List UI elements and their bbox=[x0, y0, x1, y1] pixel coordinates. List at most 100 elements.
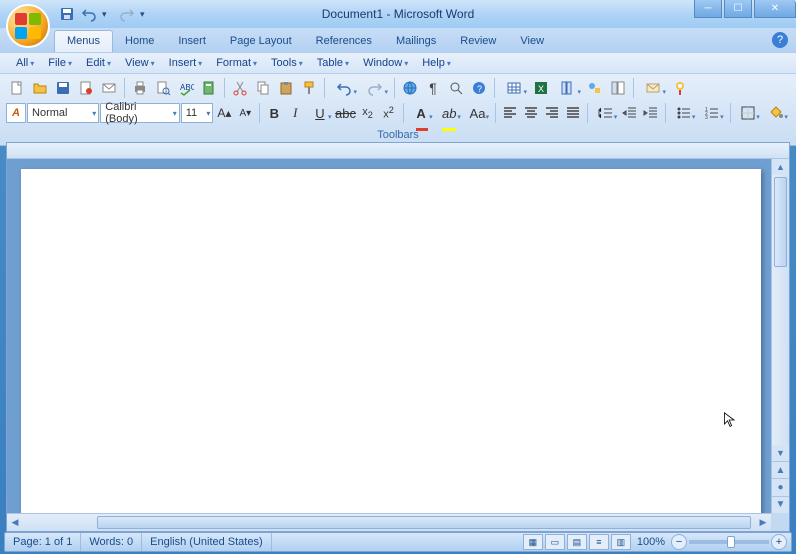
status-words[interactable]: Words: 0 bbox=[81, 533, 142, 551]
cut-button[interactable] bbox=[229, 77, 251, 99]
show-marks-button[interactable]: ¶ bbox=[422, 77, 444, 99]
menu-help[interactable]: Help▾ bbox=[416, 55, 457, 71]
view-print-layout-button[interactable]: ▦ bbox=[523, 534, 543, 550]
spelling-button[interactable]: ABC bbox=[175, 77, 197, 99]
view-web-layout-button[interactable]: ▤ bbox=[567, 534, 587, 550]
prev-page-button[interactable]: ▲ bbox=[772, 461, 789, 478]
tab-mailings[interactable]: Mailings bbox=[384, 31, 448, 52]
view-outline-button[interactable]: ≡ bbox=[589, 534, 609, 550]
ruler[interactable] bbox=[7, 143, 789, 159]
menu-tools[interactable]: Tools▾ bbox=[265, 55, 309, 71]
status-language[interactable]: English (United States) bbox=[142, 533, 272, 551]
open-button[interactable] bbox=[29, 77, 51, 99]
decrease-indent-button[interactable] bbox=[620, 102, 640, 124]
tab-view[interactable]: View bbox=[508, 31, 556, 52]
borders-button[interactable]: ▾ bbox=[734, 102, 761, 124]
office-button[interactable] bbox=[6, 4, 50, 48]
bullets-button[interactable]: ▾ bbox=[670, 102, 697, 124]
envelope-button[interactable]: ▾ bbox=[638, 77, 668, 99]
view-draft-button[interactable]: ▥ bbox=[611, 534, 631, 550]
tab-page-layout[interactable]: Page Layout bbox=[218, 31, 304, 52]
new-button[interactable] bbox=[6, 77, 28, 99]
qat-undo-dropdown[interactable]: ▾ bbox=[102, 9, 114, 20]
style-combo[interactable]: Normal▾ bbox=[27, 103, 99, 123]
hscroll-thumb[interactable] bbox=[97, 516, 751, 529]
view-full-screen-button[interactable]: ▭ bbox=[545, 534, 565, 550]
line-spacing-button[interactable]: ▾ bbox=[592, 102, 619, 124]
maximize-button[interactable]: ☐ bbox=[724, 0, 752, 18]
tab-insert[interactable]: Insert bbox=[166, 31, 218, 52]
numbering-button[interactable]: 123▾ bbox=[698, 102, 725, 124]
format-painter-button[interactable] bbox=[298, 77, 320, 99]
align-left-button[interactable] bbox=[500, 102, 520, 124]
menu-all[interactable]: All▾ bbox=[10, 55, 40, 71]
vertical-scrollbar[interactable]: ▲ ▼ bbox=[771, 159, 789, 461]
status-page[interactable]: Page: 1 of 1 bbox=[5, 533, 81, 551]
scroll-right-button[interactable]: ▶ bbox=[755, 514, 771, 531]
highlight-button[interactable]: ab▾ bbox=[436, 102, 463, 124]
print-preview-button[interactable] bbox=[152, 77, 174, 99]
align-right-button[interactable] bbox=[542, 102, 562, 124]
tab-review[interactable]: Review bbox=[448, 31, 508, 52]
shading-button[interactable]: ▾ bbox=[763, 102, 790, 124]
superscript-button[interactable]: x2 bbox=[379, 102, 399, 124]
zoom-in-button[interactable]: + bbox=[771, 534, 787, 550]
font-color-button[interactable]: A▾ bbox=[407, 102, 434, 124]
menu-file[interactable]: File▾ bbox=[42, 55, 78, 71]
increase-indent-button[interactable] bbox=[641, 102, 661, 124]
qat-redo-button[interactable] bbox=[118, 5, 136, 23]
copy-button[interactable] bbox=[252, 77, 274, 99]
change-case-button[interactable]: Aa▾ bbox=[464, 102, 491, 124]
menu-table[interactable]: Table▾ bbox=[311, 55, 355, 71]
email-button[interactable] bbox=[98, 77, 120, 99]
style-tool-button[interactable]: A bbox=[6, 103, 26, 123]
document-map-button[interactable] bbox=[607, 77, 629, 99]
menu-edit[interactable]: Edit▾ bbox=[80, 55, 117, 71]
columns-button[interactable]: ▾ bbox=[553, 77, 583, 99]
italic-button[interactable]: I bbox=[285, 102, 305, 124]
insert-worksheet-button[interactable]: X bbox=[530, 77, 552, 99]
research-button[interactable] bbox=[198, 77, 220, 99]
save-button[interactable] bbox=[52, 77, 74, 99]
horizontal-scrollbar[interactable]: ◀ ▶ bbox=[7, 513, 771, 531]
shrink-font-button[interactable]: A▾ bbox=[235, 102, 255, 124]
justify-button[interactable] bbox=[563, 102, 583, 124]
zoom-slider-thumb[interactable] bbox=[727, 536, 735, 548]
bold-button[interactable]: B bbox=[264, 102, 284, 124]
tab-home[interactable]: Home bbox=[113, 31, 166, 52]
paste-button[interactable] bbox=[275, 77, 297, 99]
zoom-button[interactable] bbox=[445, 77, 467, 99]
zoom-out-button[interactable]: − bbox=[671, 534, 687, 550]
scroll-down-button[interactable]: ▼ bbox=[772, 445, 789, 461]
scroll-up-button[interactable]: ▲ bbox=[772, 159, 789, 175]
strikethrough-button[interactable]: abc bbox=[335, 102, 357, 124]
close-button[interactable]: ✕ bbox=[754, 0, 796, 18]
grow-font-button[interactable]: A▴ bbox=[214, 102, 234, 124]
zoom-level[interactable]: 100% bbox=[633, 536, 669, 548]
browse-object-button[interactable]: ● bbox=[772, 478, 789, 495]
redo-button[interactable]: ▾ bbox=[360, 77, 390, 99]
subscript-button[interactable]: x2 bbox=[358, 102, 378, 124]
next-page-button[interactable]: ▼ bbox=[772, 496, 789, 513]
find-button[interactable] bbox=[669, 77, 691, 99]
align-center-button[interactable] bbox=[521, 102, 541, 124]
scroll-left-button[interactable]: ◀ bbox=[7, 514, 23, 531]
print-button[interactable] bbox=[129, 77, 151, 99]
minimize-button[interactable]: ─ bbox=[694, 0, 722, 18]
insert-table-button[interactable]: ▾ bbox=[499, 77, 529, 99]
menu-window[interactable]: Window▾ bbox=[357, 55, 414, 71]
help-toolbar-button[interactable]: ? bbox=[468, 77, 490, 99]
tab-menus[interactable]: Menus bbox=[54, 30, 113, 52]
vscroll-thumb[interactable] bbox=[774, 177, 787, 267]
qat-undo-button[interactable] bbox=[80, 5, 98, 23]
menu-view[interactable]: View▾ bbox=[119, 55, 161, 71]
hyperlink-button[interactable] bbox=[399, 77, 421, 99]
font-combo[interactable]: Calibri (Body)▾ bbox=[100, 103, 179, 123]
menu-insert[interactable]: Insert▾ bbox=[163, 55, 209, 71]
font-size-combo[interactable]: 11▾ bbox=[181, 103, 214, 123]
document-page[interactable] bbox=[21, 169, 761, 513]
tab-references[interactable]: References bbox=[304, 31, 384, 52]
underline-button[interactable]: U▾ bbox=[306, 102, 333, 124]
undo-button[interactable]: ▾ bbox=[329, 77, 359, 99]
menu-format[interactable]: Format▾ bbox=[210, 55, 263, 71]
